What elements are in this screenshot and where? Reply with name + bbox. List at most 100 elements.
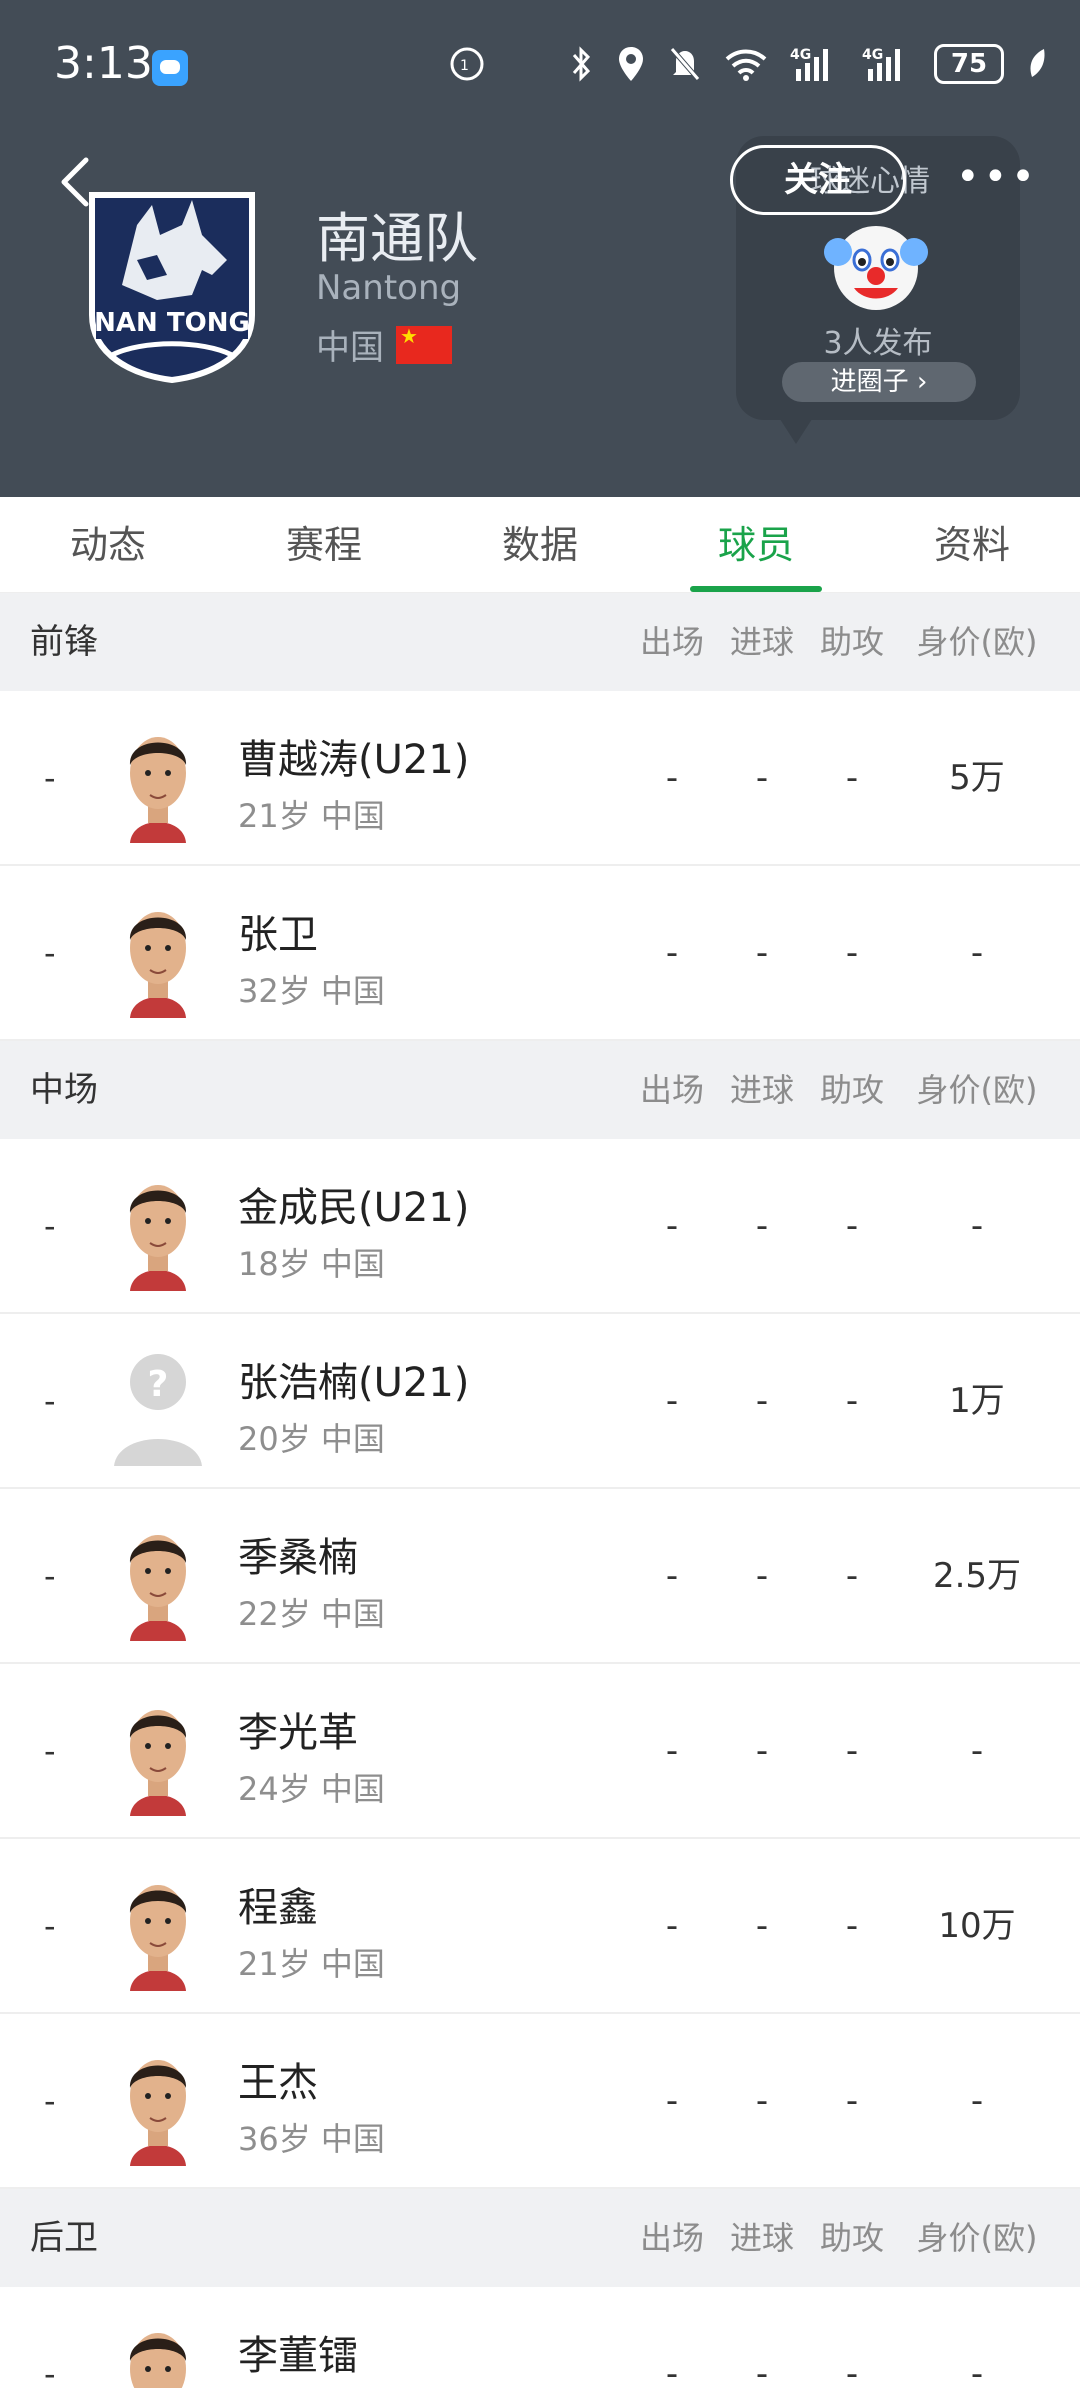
svg-text:4G: 4G — [862, 47, 883, 63]
wifi-icon — [725, 49, 767, 81]
player-age-country: 21岁 中国 — [238, 1945, 385, 1983]
player-name: 程鑫 — [238, 1885, 318, 1931]
col-market-value-header: 身价(欧) — [916, 1071, 1038, 1109]
player-avatar — [129, 2333, 187, 2388]
player-assists: - — [845, 2081, 859, 2121]
player-appearances: - — [665, 1206, 679, 1246]
player-appearances: - — [665, 1381, 679, 1421]
status-bar: 3:13 1 4G 4G 75 — [0, 0, 1080, 130]
player-appearances: - — [665, 758, 679, 798]
player-number: - — [44, 2082, 56, 2120]
player-age-country: 22岁 中国 — [238, 1595, 385, 1633]
player-number: - — [44, 934, 56, 972]
section-title: 前锋 — [30, 622, 98, 662]
enter-circle-label: 进圈子 — [830, 367, 909, 397]
player-goals: - — [755, 2081, 769, 2121]
player-market-value: 2.5万 — [932, 1556, 1022, 1596]
team-name-en: Nantong — [316, 268, 462, 308]
clown-emoji-icon — [824, 226, 928, 310]
player-age-country: 32岁 中国 — [238, 972, 385, 1010]
player-age-country: 24岁 中国 — [238, 1770, 385, 1808]
player-assists: - — [845, 1556, 859, 1596]
player-market-value: - — [970, 933, 984, 973]
player-age-country: 20岁 中国 — [238, 1420, 385, 1458]
bluetooth-icon — [572, 46, 591, 82]
col-goals-header: 进球 — [729, 2219, 794, 2257]
player-name: 季桑楠 — [238, 1535, 358, 1581]
player-row[interactable]: - 曹越涛(U21) 21岁 中国 - - - 5万 — [0, 691, 1080, 866]
player-avatar — [129, 737, 187, 843]
signal-4g-icon: 4G — [862, 47, 900, 81]
player-row[interactable]: - 李董镭 - - - - — [0, 2287, 1080, 2388]
player-assists: - — [845, 2354, 859, 2388]
player-number: - — [44, 1907, 56, 1945]
enter-circle-button[interactable]: 进圈子 › — [782, 362, 976, 402]
col-goals-header: 进球 — [729, 623, 794, 661]
mute-icon — [670, 47, 700, 81]
team-country: 中国 — [316, 320, 452, 369]
tab-news[interactable]: 动态 — [0, 497, 216, 592]
tab-schedule[interactable]: 赛程 — [216, 497, 432, 592]
player-age-country: 21岁 中国 — [238, 797, 385, 835]
player-row[interactable]: - 李光革 24岁 中国 - - - - — [0, 1664, 1080, 1839]
player-name: 金成民(U21) — [238, 1185, 470, 1231]
section-title: 后卫 — [30, 2218, 98, 2258]
col-assists-header: 助攻 — [819, 1071, 884, 1109]
player-row[interactable]: - 金成民(U21) 18岁 中国 - - - - — [0, 1139, 1080, 1314]
col-appearances-header: 出场 — [639, 623, 704, 661]
player-market-value: - — [970, 2081, 984, 2121]
player-goals: - — [755, 1906, 769, 1946]
player-row[interactable]: - 王杰 36岁 中国 - - - - — [0, 2014, 1080, 2189]
location-icon — [619, 47, 643, 81]
team-header: 3:13 1 4G 4G 75 NAN TONG 南通队 Nantong 中国 … — [0, 0, 1080, 497]
player-row[interactable]: - 季桑楠 22岁 中国 - - - 2.5万 — [0, 1489, 1080, 1664]
section-header: 中场 出场 进球 助攻 身价(欧) — [0, 1041, 1080, 1139]
signal-4g-icon: 4G — [790, 47, 828, 81]
player-appearances: - — [665, 1906, 679, 1946]
player-assists: - — [845, 1206, 859, 1246]
player-number: - — [44, 1732, 56, 1770]
player-row[interactable]: - 程鑫 21岁 中国 - - - 10万 — [0, 1839, 1080, 2014]
status-time: 3:13 — [54, 38, 153, 89]
more-options-icon[interactable]: ••• — [956, 152, 1035, 202]
player-market-value: 10万 — [938, 1906, 1016, 1946]
col-market-value-header: 身价(欧) — [916, 623, 1038, 661]
tab-players[interactable]: 球员 — [648, 497, 864, 592]
player-name: 张卫 — [238, 912, 318, 958]
svg-text:4G: 4G — [790, 47, 811, 63]
player-number: - — [44, 1382, 56, 1420]
svg-text:1: 1 — [460, 58, 469, 74]
section-title: 中场 — [30, 1070, 98, 1110]
player-market-value: - — [970, 1206, 984, 1246]
player-appearances: - — [665, 933, 679, 973]
col-assists-header: 助攻 — [819, 2219, 884, 2257]
battery-indicator: 75 — [934, 44, 1004, 84]
player-appearances: - — [665, 2354, 679, 2388]
team-logo-text: NAN TONG — [94, 308, 250, 338]
player-number: - — [44, 1207, 56, 1245]
player-number: - — [44, 759, 56, 797]
player-row[interactable]: -? 张浩楠(U21) 20岁 中国 - - - 1万 — [0, 1314, 1080, 1489]
col-appearances-header: 出场 — [639, 2219, 704, 2257]
chat-app-icon — [152, 50, 188, 86]
player-row[interactable]: - 张卫 32岁 中国 - - - - — [0, 866, 1080, 1041]
col-market-value-header: 身价(欧) — [916, 2219, 1038, 2257]
player-avatar — [129, 2060, 187, 2166]
player-name: 李光革 — [238, 1710, 358, 1756]
follow-button[interactable]: 关注 — [730, 145, 906, 215]
player-number: - — [44, 1557, 56, 1595]
tab-stats[interactable]: 数据 — [432, 497, 648, 592]
player-avatar — [129, 912, 187, 1018]
player-goals: - — [755, 1206, 769, 1246]
player-appearances: - — [665, 1731, 679, 1771]
tab-info[interactable]: 资料 — [864, 497, 1080, 592]
team-tabs: 动态 赛程 数据 球员 资料 — [0, 497, 1080, 593]
status-icons: 1 4G 4G 75 — [448, 44, 1048, 84]
player-assists: - — [845, 758, 859, 798]
player-goals: - — [755, 1556, 769, 1596]
player-market-value: - — [970, 2354, 984, 2388]
player-avatar — [129, 1185, 187, 1291]
avatar-placeholder-icon: ? — [114, 1354, 202, 1466]
player-appearances: - — [665, 1556, 679, 1596]
china-flag-icon — [396, 324, 452, 364]
